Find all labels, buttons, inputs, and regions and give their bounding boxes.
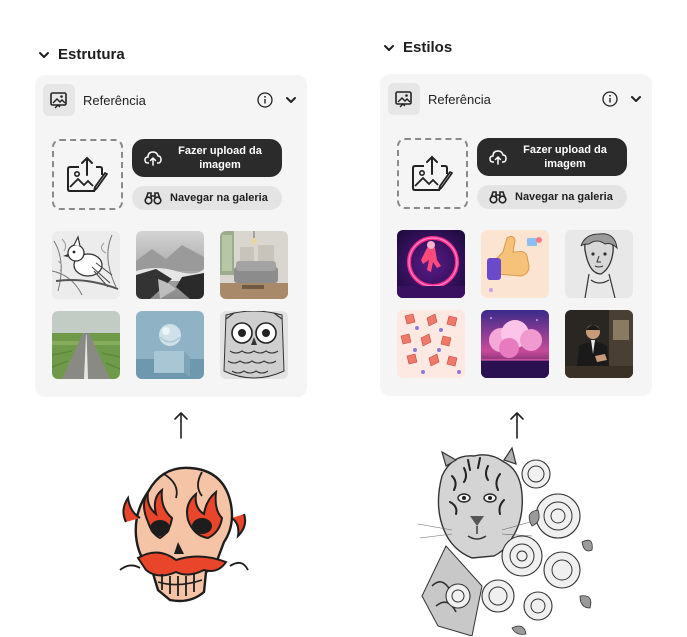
living-room-thumbnail[interactable] [220, 231, 288, 299]
binoculars-icon [489, 191, 507, 204]
chevron-down-icon [39, 51, 49, 58]
misty-landscape-thumbnail[interactable] [136, 231, 204, 299]
reference-panel-estrutura: Referência Fazer upload da imagem Navega… [35, 75, 307, 397]
reference-label: Referência [428, 91, 491, 107]
tiger-flowers-image [417, 446, 593, 636]
info-icon[interactable] [602, 91, 618, 107]
up-arrow-icon [510, 412, 524, 439]
chevron-down-icon[interactable] [285, 94, 297, 106]
owl-pattern-thumbnail[interactable] [220, 311, 288, 379]
section-header-estilos[interactable]: Estilos [383, 39, 452, 56]
up-arrow-icon [174, 412, 188, 439]
reference-icon [43, 84, 75, 116]
image-upload-icon [411, 155, 453, 191]
binoculars-icon [144, 192, 162, 205]
bird-sketch-thumbnail[interactable] [52, 231, 120, 299]
info-icon[interactable] [257, 92, 273, 108]
upload-dropzone[interactable] [52, 139, 123, 210]
upload-button-label: Fazer upload da imagem [523, 144, 607, 170]
gallery-button-label: Navegar na galeria [515, 191, 613, 203]
reference-label: Referência [83, 92, 146, 108]
sphere-cube-thumbnail[interactable] [136, 311, 204, 379]
section-header-estrutura[interactable]: Estrutura [38, 46, 125, 63]
upload-button-label: Fazer upload da imagem [178, 145, 262, 171]
chevron-down-icon [384, 44, 394, 51]
image-upload-icon [66, 156, 108, 192]
statue-sketch-thumbnail[interactable] [565, 230, 633, 298]
man-portrait-thumbnail[interactable] [565, 310, 633, 378]
upload-image-button[interactable]: Fazer upload da imagem [477, 138, 627, 176]
thumbs-up-3d-thumbnail[interactable] [481, 230, 549, 298]
upload-dropzone[interactable] [397, 138, 468, 209]
browse-gallery-button[interactable]: Navegar na galeria [132, 186, 282, 210]
pink-clouds-thumbnail[interactable] [481, 310, 549, 378]
reference-row: Referência [43, 83, 297, 117]
flaming-skull-image [119, 466, 249, 603]
chevron-down-icon[interactable] [630, 93, 642, 105]
reference-row: Referência [388, 82, 642, 116]
thumbnail-grid [52, 231, 290, 379]
gallery-button-label: Navegar na galeria [170, 192, 268, 204]
hands-pattern-thumbnail[interactable] [397, 310, 465, 378]
browse-gallery-button[interactable]: Navegar na galeria [477, 185, 627, 209]
road-field-thumbnail[interactable] [52, 311, 120, 379]
section-title: Estrutura [58, 46, 125, 63]
reference-icon [388, 83, 420, 115]
cloud-upload-icon [489, 150, 507, 165]
reference-panel-estilos: Referência Fazer upload da imagem Navega… [380, 74, 652, 396]
neon-astronaut-thumbnail[interactable] [397, 230, 465, 298]
thumbnail-grid [397, 230, 635, 378]
cloud-upload-icon [144, 151, 162, 166]
upload-image-button[interactable]: Fazer upload da imagem [132, 139, 282, 177]
section-title: Estilos [403, 39, 453, 56]
